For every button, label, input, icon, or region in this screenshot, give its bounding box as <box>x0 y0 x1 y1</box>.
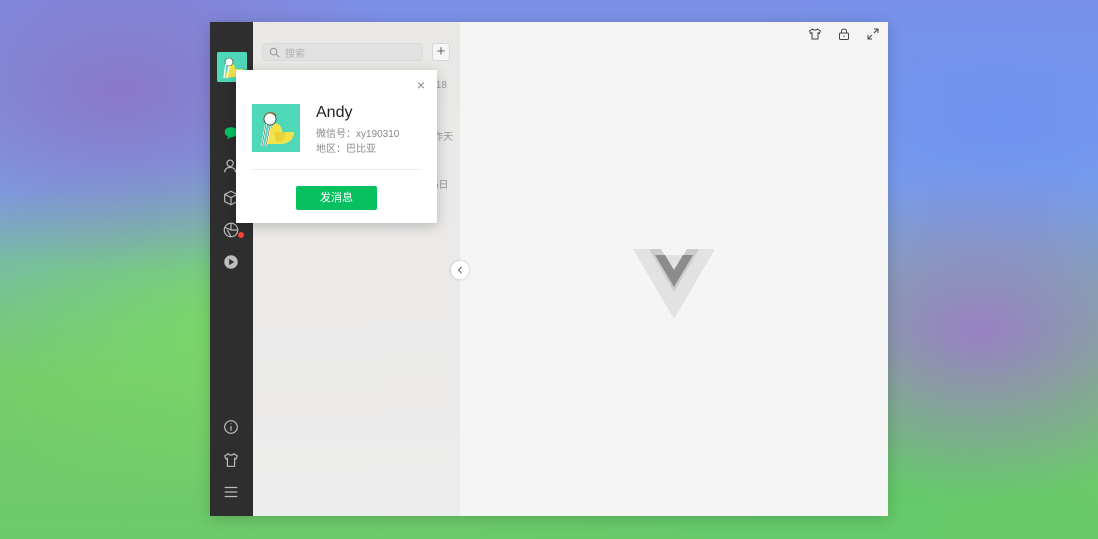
vue-logo-icon <box>633 249 715 319</box>
send-message-button[interactable]: 发消息 <box>296 186 377 210</box>
shirt-icon[interactable] <box>221 450 241 470</box>
theme-shirt-icon[interactable] <box>808 27 822 41</box>
search-placeholder: 搜索 <box>285 48 305 60</box>
search-input[interactable]: 搜索 <box>262 43 423 61</box>
profile-name: Andy <box>316 104 353 121</box>
info-icon[interactable] <box>221 417 241 437</box>
collapse-list-button[interactable] <box>451 261 469 279</box>
wechat-id: 微信号：xy190310 <box>316 129 400 140</box>
menu-icon[interactable] <box>221 482 241 502</box>
lock-icon[interactable] <box>837 27 851 41</box>
add-button[interactable]: + <box>432 43 450 61</box>
video-channel-icon[interactable] <box>221 252 241 272</box>
avatar-illustration <box>252 104 300 152</box>
divider <box>252 169 421 170</box>
close-icon[interactable]: × <box>415 78 427 92</box>
fullscreen-icon[interactable] <box>866 27 880 41</box>
chevron-left-icon <box>457 266 462 274</box>
search-icon <box>269 47 280 57</box>
profile-card-popup: × Andy 微信号：xy190310 地区：巴比亚 发消息 <box>236 70 437 223</box>
notification-dot <box>238 232 244 238</box>
profile-avatar <box>252 104 300 152</box>
region: 地区：巴比亚 <box>316 144 376 155</box>
